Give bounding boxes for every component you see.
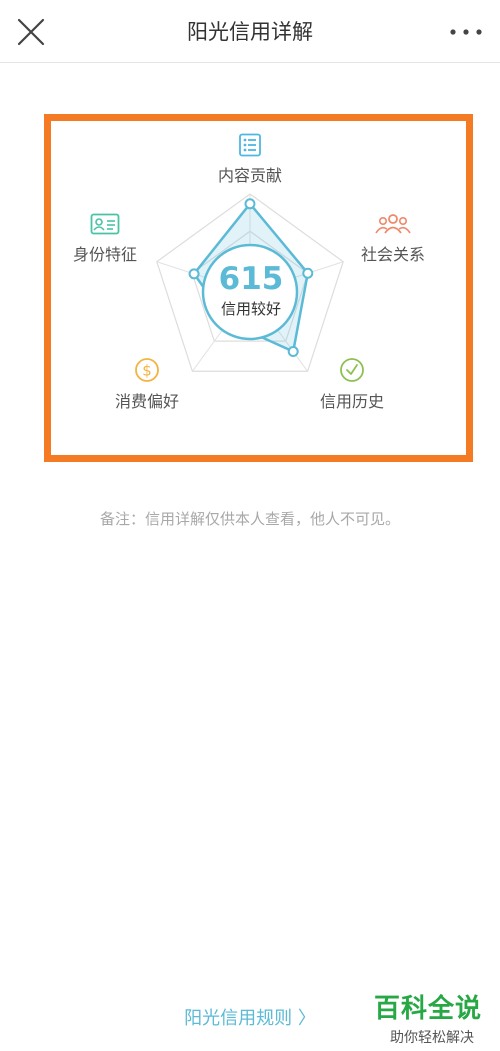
svg-text:$: $ bbox=[142, 362, 152, 380]
dimension-social-relations[interactable]: 社会关系 bbox=[348, 213, 438, 265]
score-center: 615 信用较好 bbox=[203, 240, 299, 340]
dimension-label: 信用历史 bbox=[319, 392, 384, 411]
dimension-consumption-preference[interactable]: $ 消费偏好 bbox=[102, 357, 192, 412]
id-card-icon bbox=[90, 213, 120, 235]
credit-level: 信用较好 bbox=[220, 299, 281, 318]
group-icon bbox=[375, 214, 411, 234]
radar-point-4 bbox=[188, 268, 200, 280]
watermark-logo: 百科全说 助你轻松解决 bbox=[374, 988, 490, 1046]
dollar-icon: $ bbox=[135, 358, 159, 382]
watermark-title: 百科全说 bbox=[374, 994, 483, 1024]
watermark-subtitle: 助你轻松解决 bbox=[390, 1030, 474, 1046]
privacy-note: 备注：信用详解仅供本人查看，他人不可见。 bbox=[99, 510, 400, 528]
dimension-label: 身份特征 bbox=[72, 245, 137, 264]
radar-point-2 bbox=[287, 345, 299, 357]
dimension-label: 内容贡献 bbox=[217, 166, 282, 185]
dimension-content-contribution[interactable]: 内容贡献 bbox=[205, 133, 295, 186]
credit-score: 615 bbox=[218, 260, 284, 297]
dimension-label: 消费偏好 bbox=[114, 392, 179, 411]
radar-point-0 bbox=[244, 198, 256, 210]
clock-icon bbox=[340, 358, 364, 382]
page: 阳光信用详解 615 信用较好 内容贡献 社会关系 信用历史 $ 消费偏好 身份… bbox=[0, 0, 500, 1051]
radar-point-1 bbox=[302, 267, 314, 279]
dimension-identity[interactable]: 身份特征 bbox=[60, 213, 150, 265]
list-icon bbox=[239, 133, 261, 157]
dimension-label: 社会关系 bbox=[360, 245, 425, 264]
dimension-credit-history[interactable]: 信用历史 bbox=[307, 357, 397, 412]
